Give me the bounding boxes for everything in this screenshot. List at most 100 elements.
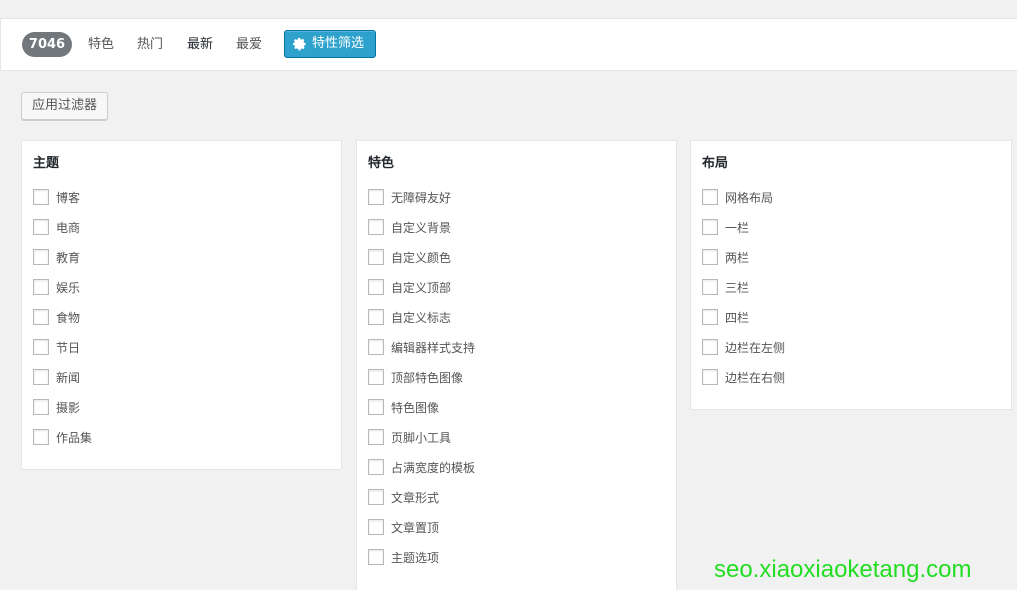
filter-option[interactable]: 主题选项 <box>368 549 439 565</box>
filter-option-label: 电商 <box>56 220 81 235</box>
checkbox[interactable] <box>702 339 718 355</box>
filter-option-label: 主题选项 <box>391 550 440 565</box>
checkbox[interactable] <box>33 429 49 445</box>
filter-link-featured[interactable]: 特色 <box>88 32 114 57</box>
checkbox[interactable] <box>368 369 384 385</box>
checkbox[interactable] <box>368 519 384 535</box>
checkbox[interactable] <box>702 369 718 385</box>
filter-option[interactable]: 教育 <box>33 249 80 265</box>
theme-count-badge: 7046 <box>22 32 72 57</box>
filter-option-label: 无障碍友好 <box>391 190 452 205</box>
checkbox[interactable] <box>33 399 49 415</box>
filter-option-label: 四栏 <box>725 310 750 325</box>
filter-option[interactable]: 自定义标志 <box>368 309 451 325</box>
filter-option-label: 编辑器样式支持 <box>391 340 476 355</box>
filter-option[interactable]: 作品集 <box>33 429 92 445</box>
filter-option-label: 特色图像 <box>391 400 440 415</box>
checkbox[interactable] <box>33 219 49 235</box>
filter-option-label: 自定义顶部 <box>391 280 452 295</box>
filter-option[interactable]: 顶部特色图像 <box>368 369 463 385</box>
filter-option[interactable]: 食物 <box>33 309 80 325</box>
filter-option[interactable]: 无障碍友好 <box>368 189 451 205</box>
filter-option-label: 新闻 <box>56 370 81 385</box>
checkbox[interactable] <box>702 309 718 325</box>
filter-option-label: 博客 <box>56 190 81 205</box>
filter-option[interactable]: 节日 <box>33 339 80 355</box>
panel-title: 主题 <box>33 156 60 171</box>
filter-option[interactable]: 电商 <box>33 219 80 235</box>
gear-icon <box>293 37 306 51</box>
filter-option[interactable]: 边栏在左侧 <box>702 339 785 355</box>
panel-title: 特色 <box>368 156 395 171</box>
filter-option[interactable]: 博客 <box>33 189 80 205</box>
checkbox[interactable] <box>368 309 384 325</box>
checkbox[interactable] <box>33 249 49 265</box>
checkbox[interactable] <box>368 459 384 475</box>
filter-option-label: 占满宽度的模板 <box>391 460 476 475</box>
apply-filter-button[interactable]: 应用过滤器 <box>21 92 108 120</box>
subject-panel: 主题 博客电商教育娱乐食物节日新闻摄影作品集 <box>21 140 342 470</box>
filter-link-latest[interactable]: 最新 <box>187 32 213 57</box>
filter-option-label: 边栏在右侧 <box>725 370 786 385</box>
checkbox[interactable] <box>33 339 49 355</box>
feature-filter-label: 特性筛选 <box>312 36 365 51</box>
checkbox[interactable] <box>33 279 49 295</box>
checkbox[interactable] <box>368 219 384 235</box>
filter-option-label: 两栏 <box>725 250 750 265</box>
checkbox[interactable] <box>368 549 384 565</box>
checkbox[interactable] <box>33 189 49 205</box>
checkbox[interactable] <box>368 189 384 205</box>
filter-option-label: 食物 <box>56 310 81 325</box>
layout-panel: 布局 网格布局 一栏 两栏 三栏 四栏 边栏在左侧 边栏在右侧 <box>690 140 1012 410</box>
filter-option[interactable]: 页脚小工具 <box>368 429 451 445</box>
filter-option[interactable]: 编辑器样式支持 <box>368 339 475 355</box>
filter-option-label: 摄影 <box>56 400 81 415</box>
filter-option[interactable]: 四栏 <box>702 309 749 325</box>
filter-option-label: 文章置顶 <box>391 520 440 535</box>
filter-option[interactable]: 自定义颜色 <box>368 249 451 265</box>
filter-link-popular[interactable]: 热门 <box>137 32 163 57</box>
checkbox[interactable] <box>33 309 49 325</box>
checkbox[interactable] <box>368 429 384 445</box>
checkbox[interactable] <box>702 189 718 205</box>
filter-option-label: 作品集 <box>56 430 93 445</box>
checkbox[interactable] <box>368 279 384 295</box>
checkbox[interactable] <box>702 249 718 265</box>
checkbox[interactable] <box>368 249 384 265</box>
checkbox[interactable] <box>368 339 384 355</box>
filter-option[interactable]: 特色图像 <box>368 399 439 415</box>
watermark-text: seo.xiaoxiaoketang.com <box>714 556 972 583</box>
filter-option[interactable]: 文章置顶 <box>368 519 439 535</box>
filter-link-favorites[interactable]: 最爱 <box>236 32 262 57</box>
checkbox[interactable] <box>368 399 384 415</box>
filter-option-label: 自定义颜色 <box>391 250 452 265</box>
filter-option[interactable]: 自定义背景 <box>368 219 451 235</box>
filter-option[interactable]: 自定义顶部 <box>368 279 451 295</box>
filter-option-label: 页脚小工具 <box>391 430 452 445</box>
filter-option-label: 一栏 <box>725 220 750 235</box>
filter-option[interactable]: 一栏 <box>702 219 749 235</box>
checkbox[interactable] <box>368 489 384 505</box>
filter-option-label: 自定义背景 <box>391 220 452 235</box>
filter-option-label: 顶部特色图像 <box>391 370 464 385</box>
filter-option[interactable]: 网格布局 <box>702 189 773 205</box>
filter-option[interactable]: 占满宽度的模板 <box>368 459 475 475</box>
filter-option-label: 边栏在左侧 <box>725 340 786 355</box>
filter-option[interactable]: 新闻 <box>33 369 80 385</box>
feature-filter-button[interactable]: 特性筛选 <box>284 30 376 58</box>
filter-option-label: 教育 <box>56 250 81 265</box>
filter-option-label: 自定义标志 <box>391 310 452 325</box>
filter-option[interactable]: 边栏在右侧 <box>702 369 785 385</box>
filter-option[interactable]: 娱乐 <box>33 279 80 295</box>
checkbox[interactable] <box>702 279 718 295</box>
filter-option-label: 文章形式 <box>391 490 440 505</box>
checkbox[interactable] <box>702 219 718 235</box>
filter-option[interactable]: 三栏 <box>702 279 749 295</box>
features-panel: 特色 无障碍友好自定义背景自定义颜色自定义顶部自定义标志编辑器样式支持 顶部特色图… <box>356 140 677 590</box>
filter-option[interactable]: 两栏 <box>702 249 749 265</box>
filter-option-label: 娱乐 <box>56 280 81 295</box>
filter-bar: 7046 特色 热门 最新 最爱 特性筛选 <box>0 18 1017 71</box>
checkbox[interactable] <box>33 369 49 385</box>
filter-option[interactable]: 摄影 <box>33 399 80 415</box>
filter-option[interactable]: 文章形式 <box>368 489 439 505</box>
